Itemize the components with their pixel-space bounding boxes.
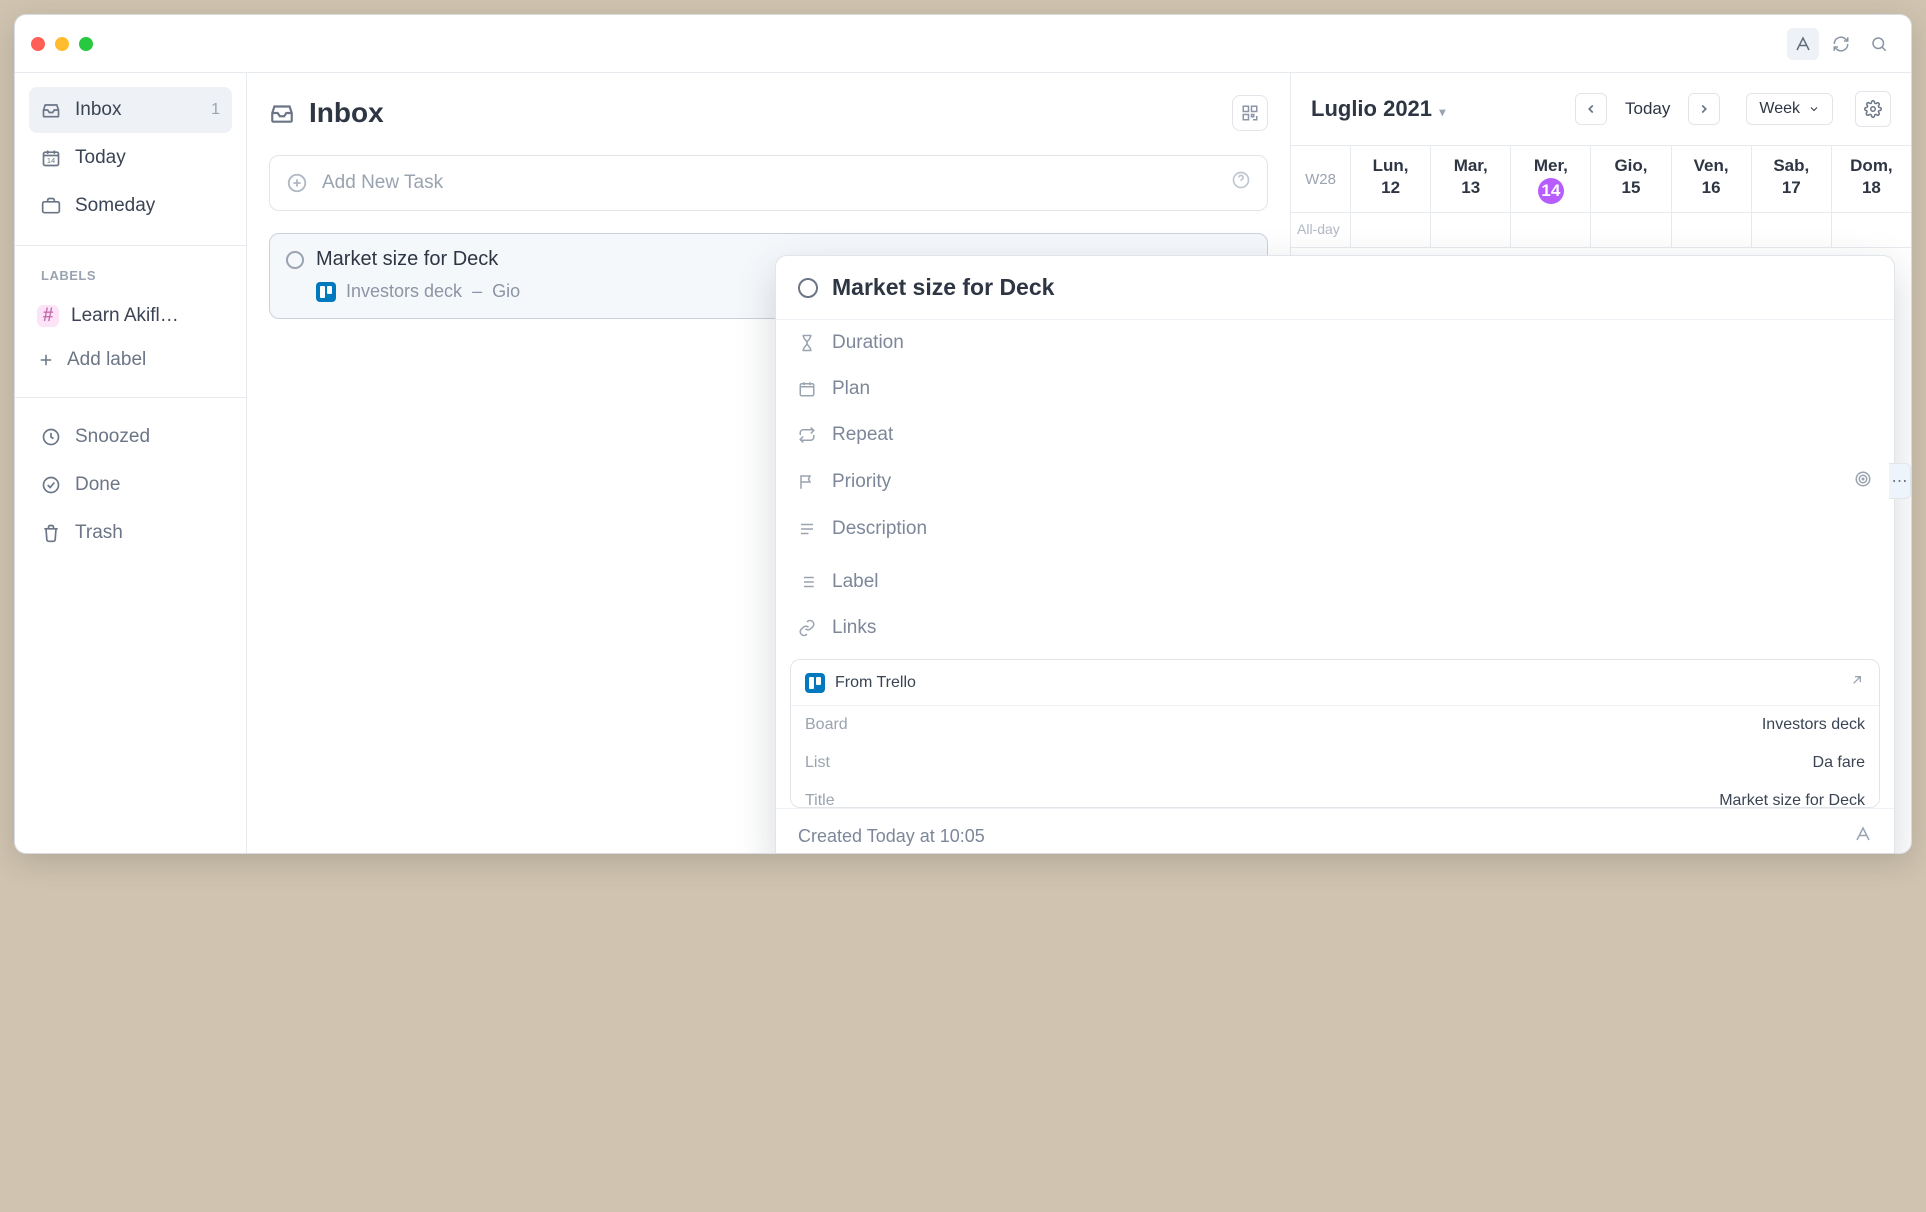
prev-week-button[interactable] — [1575, 93, 1607, 125]
prop-links[interactable]: Links — [776, 605, 1894, 651]
next-week-button[interactable] — [1688, 93, 1720, 125]
hourglass-icon — [798, 334, 816, 352]
prop-label[interactable]: Label — [776, 559, 1894, 605]
trello-row-list: ListDa fare — [791, 744, 1879, 782]
link-icon — [798, 619, 816, 637]
sync-button[interactable] — [1825, 28, 1857, 60]
sidebar-item-inbox[interactable]: Inbox 1 — [29, 87, 232, 133]
app-logo-icon — [1854, 825, 1872, 848]
add-label-text: Add label — [67, 349, 146, 371]
add-task-input[interactable]: Add New Task — [269, 155, 1268, 211]
prop-priority[interactable]: Priority — [776, 458, 1894, 506]
day-wed[interactable]: Mer,14 — [1511, 146, 1591, 212]
prop-plan[interactable]: Plan — [776, 366, 1894, 412]
sidebar-item-label: Today — [75, 147, 126, 169]
sidebar-item-label: Someday — [75, 195, 155, 217]
trello-heading: From Trello — [835, 674, 916, 692]
prop-repeat[interactable]: Repeat — [776, 412, 1894, 458]
help-icon[interactable] — [1231, 170, 1251, 196]
prop-description[interactable]: Description — [776, 506, 1894, 552]
titlebar — [15, 15, 1911, 73]
add-label-button[interactable]: Add label — [29, 339, 232, 381]
calendar-month[interactable]: Luglio 2021 ▾ — [1311, 96, 1445, 122]
detail-title: Market size for Deck — [832, 274, 1054, 301]
day-sun[interactable]: Dom,18 — [1832, 146, 1911, 212]
task-source-board: Investors deck — [346, 281, 462, 302]
allday-label: All-day — [1291, 213, 1351, 247]
day-tue[interactable]: Mar,13 — [1431, 146, 1511, 212]
trello-row-title: TitleMarket size for Deck — [791, 782, 1879, 808]
open-external-icon[interactable] — [1849, 672, 1865, 693]
inbox-count: 1 — [211, 101, 220, 119]
event-overflow-button[interactable]: ⋯ — [1889, 463, 1911, 499]
hash-icon: # — [37, 305, 59, 327]
traffic-lights — [31, 37, 93, 51]
list-icon — [798, 573, 816, 591]
repeat-icon — [798, 426, 816, 444]
text-icon — [798, 520, 816, 538]
detail-checkbox[interactable] — [798, 278, 818, 298]
sidebar: Inbox 1 14 Today Someday LABELS # Learn … — [15, 73, 247, 853]
flag-icon — [798, 473, 816, 491]
sidebar-item-label: Done — [75, 474, 120, 496]
app-window: Inbox 1 14 Today Someday LABELS # Learn … — [14, 14, 1912, 854]
chevron-down-icon: ▾ — [1436, 105, 1445, 119]
svg-text:14: 14 — [47, 156, 55, 165]
trello-icon — [316, 282, 336, 302]
sidebar-item-someday[interactable]: Someday — [29, 183, 232, 229]
calendar-icon — [798, 380, 816, 398]
trello-source-card: From Trello BoardInvestors deck ListDa f… — [790, 659, 1880, 808]
allday-row: All-day — [1291, 213, 1911, 248]
day-thu[interactable]: Gio,15 — [1591, 146, 1671, 212]
sidebar-item-trash[interactable]: Trash — [29, 510, 232, 556]
page-title: Inbox — [309, 97, 384, 129]
sidebar-item-label: Trash — [75, 522, 123, 544]
task-checkbox[interactable] — [286, 251, 304, 269]
close-window-button[interactable] — [31, 37, 45, 51]
sidebar-item-done[interactable]: Done — [29, 462, 232, 508]
task-source-user: Gio — [492, 281, 520, 302]
today-button[interactable]: Today — [1613, 99, 1682, 119]
qr-button[interactable] — [1232, 95, 1268, 131]
labels-header: LABELS — [29, 262, 232, 293]
sidebar-item-today[interactable]: 14 Today — [29, 135, 232, 181]
day-mon[interactable]: Lun,12 — [1351, 146, 1431, 212]
search-button[interactable] — [1863, 28, 1895, 60]
add-task-placeholder: Add New Task — [322, 172, 443, 194]
day-fri[interactable]: Ven,16 — [1672, 146, 1752, 212]
sidebar-item-label: Inbox — [75, 99, 121, 121]
task-title: Market size for Deck — [316, 248, 498, 271]
calendar-day-header: W28 Lun,12 Mar,13 Mer,14 Gio,15 Ven,16 S… — [1291, 145, 1911, 213]
label-name: Learn Akifl… — [71, 305, 179, 327]
calendar-settings-button[interactable] — [1855, 91, 1891, 127]
maximize-window-button[interactable] — [79, 37, 93, 51]
inbox-icon — [269, 100, 295, 126]
prop-duration[interactable]: Duration — [776, 320, 1894, 366]
view-selector[interactable]: Week — [1746, 93, 1833, 125]
week-number: W28 — [1291, 146, 1351, 212]
target-icon — [1854, 470, 1872, 494]
trello-row-board: BoardInvestors deck — [791, 706, 1879, 744]
trello-icon — [805, 673, 825, 693]
day-sat[interactable]: Sab,17 — [1752, 146, 1832, 212]
sidebar-item-snoozed[interactable]: Snoozed — [29, 414, 232, 460]
chevron-down-icon — [1808, 103, 1820, 115]
app-logo-button[interactable] — [1787, 28, 1819, 60]
task-detail-popover: Market size for Deck Duration Plan Repea… — [775, 255, 1895, 854]
label-learn-akiflow[interactable]: # Learn Akifl… — [29, 295, 232, 337]
sidebar-item-label: Snoozed — [75, 426, 150, 448]
minimize-window-button[interactable] — [55, 37, 69, 51]
created-timestamp: Created Today at 10:05 — [798, 826, 985, 847]
plus-circle-icon — [286, 172, 308, 194]
